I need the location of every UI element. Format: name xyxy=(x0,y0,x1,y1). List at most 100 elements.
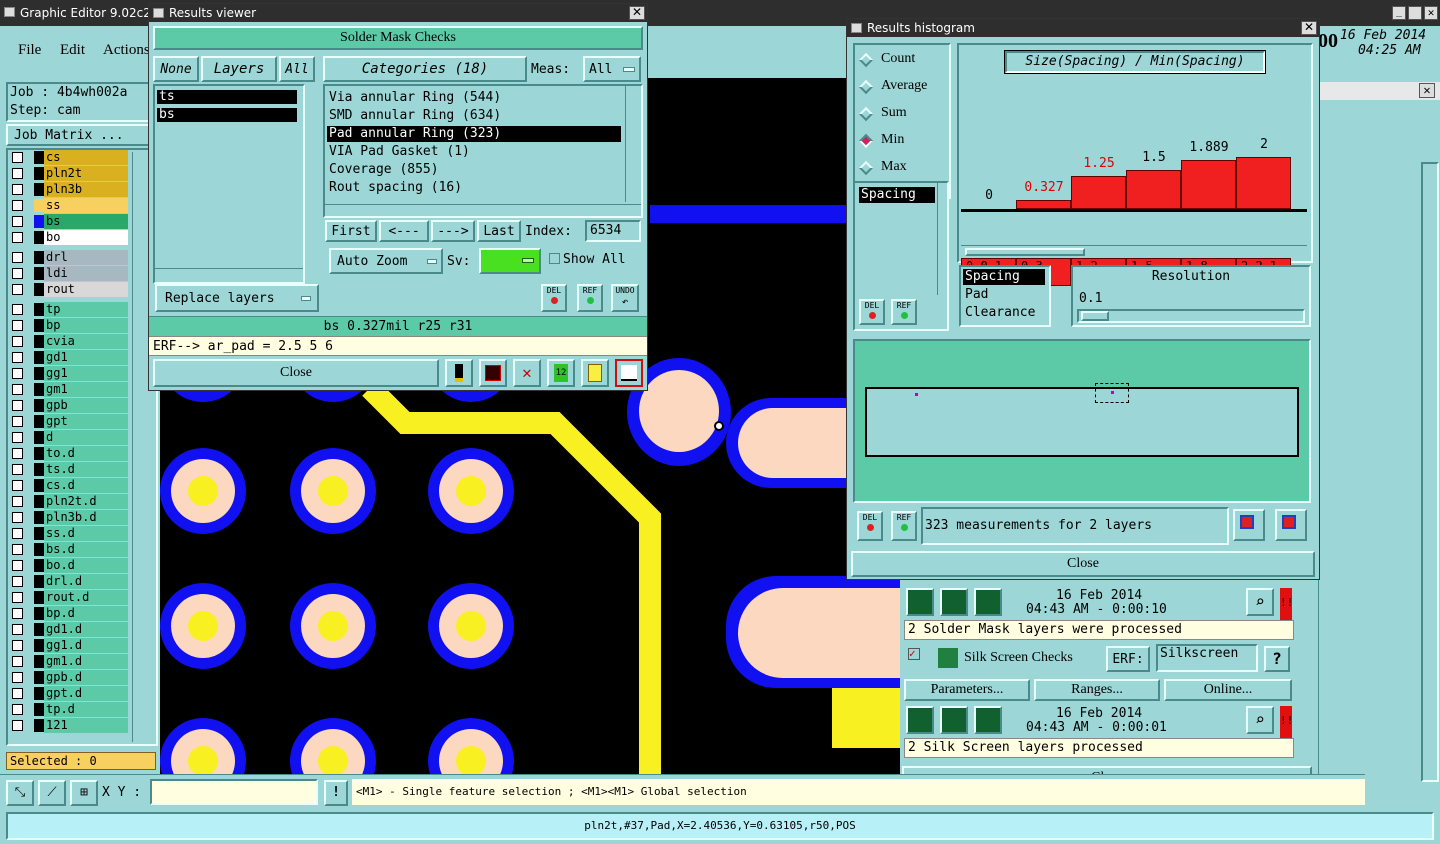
layer-row-drl.d[interactable]: drl.d xyxy=(10,574,128,589)
help-button[interactable]: ? xyxy=(1264,646,1290,672)
layer-checkbox[interactable] xyxy=(12,432,23,443)
layer-checkbox[interactable] xyxy=(12,352,23,363)
ranges-button[interactable]: Ranges... xyxy=(1034,679,1160,701)
layer-checkbox[interactable] xyxy=(12,284,23,295)
layer-row-pln3b.d[interactable]: pln3b.d xyxy=(10,510,128,525)
layer-name[interactable]: pln3b xyxy=(44,182,128,197)
layer-checkbox[interactable] xyxy=(12,184,23,195)
chart-scroll-thumb[interactable] xyxy=(965,248,1085,256)
layer-item[interactable]: ts xyxy=(157,90,297,104)
prev-button[interactable]: <--- xyxy=(379,220,429,242)
layer-row-gd1.d[interactable]: gd1.d xyxy=(10,622,128,637)
menu-edit[interactable]: Edit xyxy=(60,42,85,59)
histogram-bar[interactable] xyxy=(1236,157,1291,209)
histogram-icon[interactable] xyxy=(615,359,643,387)
layer-row-tp.d[interactable]: tp.d xyxy=(10,702,128,717)
layer-row-ts.d[interactable]: ts.d xyxy=(10,462,128,477)
menu-file[interactable]: File xyxy=(18,42,41,59)
histogram-bar[interactable] xyxy=(1181,160,1236,209)
layer-row-to.d[interactable]: to.d xyxy=(10,446,128,461)
run-icon[interactable] xyxy=(906,588,934,616)
layer-row-pln2t.d[interactable]: pln2t.d xyxy=(10,494,128,509)
chart-hscroll[interactable] xyxy=(961,245,1307,259)
layer-checkbox[interactable] xyxy=(12,252,23,263)
layer-name[interactable]: ts.d xyxy=(44,462,128,477)
layer-row-gg1.d[interactable]: gg1.d xyxy=(10,638,128,653)
layer-checkbox[interactable] xyxy=(12,464,23,475)
layer-row-bp.d[interactable]: bp.d xyxy=(10,606,128,621)
layer-row-cs[interactable]: cs xyxy=(10,150,128,165)
layer-name[interactable]: bs.d xyxy=(44,542,128,557)
run-icon[interactable] xyxy=(940,588,968,616)
layer-name[interactable]: gpt.d xyxy=(44,686,128,701)
layer-row-ldi[interactable]: ldi xyxy=(10,266,128,281)
layer-checkbox[interactable] xyxy=(12,304,23,315)
layer-checkbox[interactable] xyxy=(12,200,23,211)
layer-row-gpb[interactable]: gpb xyxy=(10,398,128,413)
ref-button[interactable]: REF xyxy=(891,299,917,325)
del-button[interactable]: DEL xyxy=(541,284,567,312)
meas-type-item[interactable]: Clearance xyxy=(965,305,1035,320)
layer-row-ss[interactable]: ss xyxy=(10,198,128,213)
layer-name[interactable]: cvia xyxy=(44,334,128,349)
category-item[interactable]: VIA Pad Gasket (1) xyxy=(327,144,621,160)
first-button[interactable]: First xyxy=(325,220,377,242)
layer-checkbox[interactable] xyxy=(12,480,23,491)
layer-checkbox[interactable] xyxy=(12,704,23,715)
layer-row-bs.d[interactable]: bs.d xyxy=(10,542,128,557)
layer-row-drl[interactable]: drl xyxy=(10,250,128,265)
run-icon[interactable] xyxy=(974,706,1002,734)
ref-button[interactable]: REF xyxy=(577,284,603,312)
mode-option-count[interactable]: Count xyxy=(858,51,947,69)
layer-hscroll[interactable] xyxy=(155,268,303,282)
layer-name[interactable]: gm1 xyxy=(44,382,128,397)
resolution-slider[interactable] xyxy=(1077,309,1305,323)
none-button[interactable]: None xyxy=(153,56,199,82)
layer-row-ss.d[interactable]: ss.d xyxy=(10,526,128,541)
layer-name[interactable]: cs.d xyxy=(44,478,128,493)
zoom-icon[interactable]: ⌕ xyxy=(1246,706,1274,734)
radio-icon[interactable] xyxy=(858,79,874,95)
report-icon[interactable] xyxy=(479,359,507,387)
radio-icon[interactable] xyxy=(858,52,874,68)
histogram-bar[interactable] xyxy=(1126,170,1181,209)
layer-name[interactable]: bp xyxy=(44,318,128,333)
measure-icon[interactable]: ⟋ xyxy=(38,780,66,806)
layer-name[interactable]: tp.d xyxy=(44,702,128,717)
layer-name[interactable]: rout xyxy=(44,282,128,297)
layer-name[interactable]: 121 xyxy=(44,718,128,733)
layer-name[interactable]: gd1.d xyxy=(44,622,128,637)
layer-name[interactable]: gm1.d xyxy=(44,654,128,669)
layer-checkbox[interactable] xyxy=(12,232,23,243)
layer-row-rout[interactable]: rout xyxy=(10,282,128,297)
layer-checkbox[interactable] xyxy=(12,268,23,279)
minimize-icon[interactable]: _ xyxy=(1392,6,1406,20)
layer-row-tp[interactable]: tp xyxy=(10,302,128,317)
layer-name[interactable]: d xyxy=(44,430,128,445)
meas-select[interactable]: All xyxy=(583,56,641,82)
mode-option-average[interactable]: Average xyxy=(858,78,947,96)
layer-name[interactable]: gpb xyxy=(44,398,128,413)
close-icon[interactable]: ✕ xyxy=(1301,21,1317,35)
layer-row-cs.d[interactable]: cs.d xyxy=(10,478,128,493)
measure-scrollbar[interactable] xyxy=(937,183,947,295)
layer-row-bs[interactable]: bs xyxy=(10,214,128,229)
layer-checkbox[interactable] xyxy=(12,544,23,555)
layer-name[interactable]: to.d xyxy=(44,446,128,461)
layer-name[interactable]: tp xyxy=(44,302,128,317)
layer-row-121[interactable]: 121 xyxy=(10,718,128,733)
layer-row-gm1[interactable]: gm1 xyxy=(10,382,128,397)
layer-name[interactable]: gd1 xyxy=(44,350,128,365)
del-button[interactable]: DEL xyxy=(857,511,883,541)
online-button[interactable]: Online... xyxy=(1164,679,1292,701)
layer-row-d[interactable]: d xyxy=(10,430,128,445)
radio-icon[interactable] xyxy=(858,106,874,122)
exclamation-icon[interactable]: ! xyxy=(324,780,348,806)
layer-row-bo.d[interactable]: bo.d xyxy=(10,558,128,573)
layer-name[interactable]: gpt xyxy=(44,414,128,429)
layer-name[interactable]: ldi xyxy=(44,266,128,281)
layer-row-pln2t[interactable]: pln2t xyxy=(10,166,128,181)
layer-name[interactable]: pln2t.d xyxy=(44,494,128,509)
job-matrix-button[interactable]: Job Matrix ... xyxy=(6,124,156,146)
ref-button[interactable]: REF xyxy=(891,511,917,541)
